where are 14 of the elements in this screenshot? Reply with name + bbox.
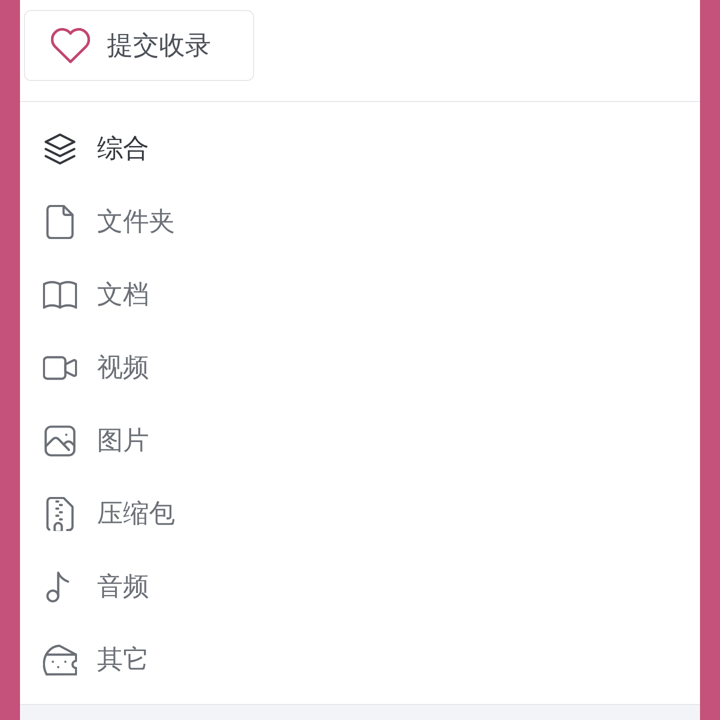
- category-item[interactable]: 压缩包: [20, 477, 175, 550]
- category-item[interactable]: 其它: [20, 623, 149, 696]
- category-item[interactable]: 综合: [20, 112, 149, 185]
- category-item[interactable]: 图片: [20, 404, 149, 477]
- category-item[interactable]: 视频: [20, 331, 149, 404]
- layers-icon: [43, 132, 77, 166]
- category-item[interactable]: 音频: [20, 550, 149, 623]
- category-item[interactable]: 文档: [20, 258, 149, 331]
- cheese-icon: [43, 642, 77, 676]
- submit-label: 提交收录: [107, 30, 211, 63]
- image-icon: [43, 424, 77, 458]
- submit-button[interactable]: 提交收录: [24, 10, 254, 81]
- heart-icon: [51, 28, 90, 64]
- category-item[interactable]: 文件夹: [20, 185, 175, 258]
